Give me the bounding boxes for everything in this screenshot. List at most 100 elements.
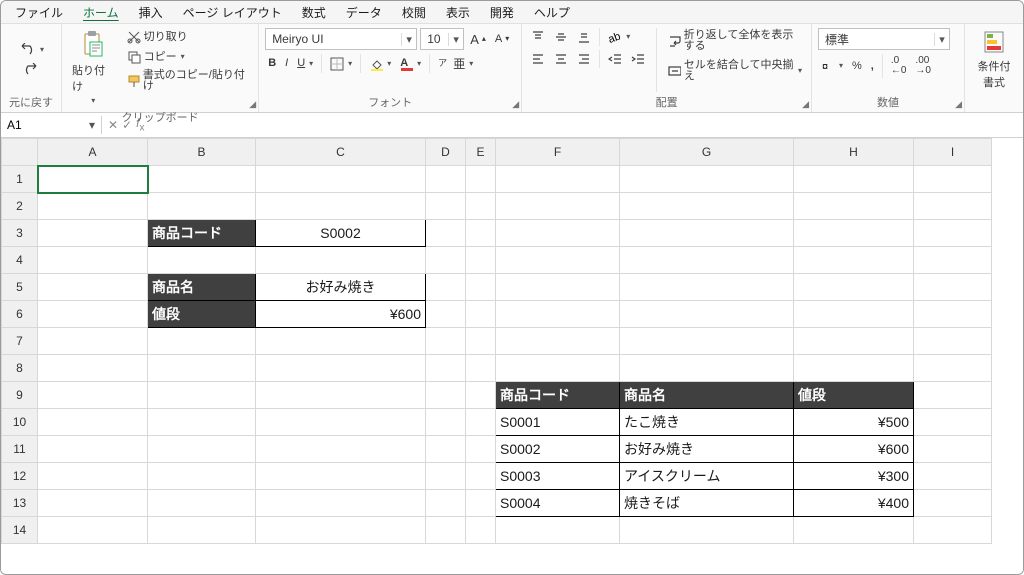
cell-A14[interactable]	[38, 517, 148, 544]
cell-E12[interactable]	[466, 463, 496, 490]
menu-item-8[interactable]: 開発	[480, 2, 524, 23]
align-middle-button[interactable]	[551, 28, 571, 46]
cell-D4[interactable]	[426, 247, 466, 274]
increase-font-button[interactable]: A▴	[467, 31, 489, 48]
col-header-H[interactable]: H	[794, 139, 914, 166]
cell-I10[interactable]	[914, 409, 992, 436]
row-header-8[interactable]: 8	[2, 355, 38, 382]
cell-E9[interactable]	[466, 382, 496, 409]
row-header-14[interactable]: 14	[2, 517, 38, 544]
cell-A4[interactable]	[38, 247, 148, 274]
cell-G12[interactable]: アイスクリーム	[620, 463, 794, 490]
cell-B3[interactable]: 商品コード	[148, 220, 256, 247]
cell-A11[interactable]	[38, 436, 148, 463]
cell-D6[interactable]	[426, 301, 466, 328]
conditional-format-button[interactable]: 条件付 書式	[971, 28, 1017, 92]
cell-D3[interactable]	[426, 220, 466, 247]
cell-B11[interactable]	[148, 436, 256, 463]
cell-H1[interactable]	[794, 166, 914, 193]
align-launcher-icon[interactable]: ◢	[802, 99, 809, 110]
cell-B4[interactable]	[148, 247, 256, 274]
paste-button[interactable]: 貼り付け ▾	[68, 28, 118, 107]
cell-G6[interactable]	[620, 301, 794, 328]
row-header-2[interactable]: 2	[2, 193, 38, 220]
cell-A5[interactable]	[38, 274, 148, 301]
cell-B8[interactable]	[148, 355, 256, 382]
clipboard-launcher-icon[interactable]: ◢	[249, 99, 256, 110]
menu-item-1[interactable]: ホーム	[73, 2, 129, 23]
cell-I1[interactable]	[914, 166, 992, 193]
cell-D13[interactable]	[426, 490, 466, 517]
italic-button[interactable]: I	[282, 56, 291, 71]
cell-E14[interactable]	[466, 517, 496, 544]
font-name-combo[interactable]: Meiryo UI▾	[265, 28, 417, 50]
menu-item-9[interactable]: ヘルプ	[524, 2, 580, 23]
cell-C13[interactable]	[256, 490, 426, 517]
menu-item-2[interactable]: 挿入	[129, 2, 173, 23]
row-header-10[interactable]: 10	[2, 409, 38, 436]
cell-H14[interactable]	[794, 517, 914, 544]
cell-B1[interactable]	[148, 166, 256, 193]
cell-G8[interactable]	[620, 355, 794, 382]
row-header-12[interactable]: 12	[2, 463, 38, 490]
menu-item-6[interactable]: 校閲	[392, 2, 436, 23]
col-header-G[interactable]: G	[620, 139, 794, 166]
cell-H2[interactable]	[794, 193, 914, 220]
cell-C7[interactable]	[256, 328, 426, 355]
cell-C4[interactable]	[256, 247, 426, 274]
cell-F2[interactable]	[496, 193, 620, 220]
cell-D7[interactable]	[426, 328, 466, 355]
cell-A9[interactable]	[38, 382, 148, 409]
cell-F4[interactable]	[496, 247, 620, 274]
row-header-7[interactable]: 7	[2, 328, 38, 355]
cell-B10[interactable]	[148, 409, 256, 436]
cell-E1[interactable]	[466, 166, 496, 193]
cell-E13[interactable]	[466, 490, 496, 517]
cell-C5[interactable]: お好み焼き	[256, 274, 426, 301]
cell-I6[interactable]	[914, 301, 992, 328]
font-launcher-icon[interactable]: ◢	[512, 99, 519, 110]
cell-H11[interactable]: ¥600	[794, 436, 914, 463]
font-size-combo[interactable]: 10▾	[420, 28, 464, 50]
cell-G1[interactable]	[620, 166, 794, 193]
cell-I5[interactable]	[914, 274, 992, 301]
col-header-B[interactable]: B	[148, 139, 256, 166]
cell-C1[interactable]	[256, 166, 426, 193]
align-bottom-button[interactable]	[574, 28, 594, 46]
indent-increase-button[interactable]	[628, 50, 648, 68]
row-header-11[interactable]: 11	[2, 436, 38, 463]
cell-G11[interactable]: お好み焼き	[620, 436, 794, 463]
cell-H9[interactable]: 値段	[794, 382, 914, 409]
cell-H3[interactable]	[794, 220, 914, 247]
select-all-corner[interactable]	[2, 139, 38, 166]
cell-E6[interactable]	[466, 301, 496, 328]
cell-H8[interactable]	[794, 355, 914, 382]
cell-G3[interactable]	[620, 220, 794, 247]
cell-E2[interactable]	[466, 193, 496, 220]
percent-button[interactable]: %	[849, 59, 865, 74]
bold-button[interactable]: B	[265, 56, 279, 71]
cell-A3[interactable]	[38, 220, 148, 247]
cell-F10[interactable]: S0001	[496, 409, 620, 436]
cell-G13[interactable]: 焼きそば	[620, 490, 794, 517]
wrap-text-button[interactable]: 折り返して全体を表示する	[665, 28, 805, 54]
cell-H13[interactable]: ¥400	[794, 490, 914, 517]
cell-A7[interactable]	[38, 328, 148, 355]
cell-F8[interactable]	[496, 355, 620, 382]
cell-C9[interactable]	[256, 382, 426, 409]
cell-B5[interactable]: 商品名	[148, 274, 256, 301]
cell-D5[interactable]	[426, 274, 466, 301]
menu-item-7[interactable]: 表示	[436, 2, 480, 23]
cell-B2[interactable]	[148, 193, 256, 220]
cell-G5[interactable]	[620, 274, 794, 301]
cell-G9[interactable]: 商品名	[620, 382, 794, 409]
cell-F5[interactable]	[496, 274, 620, 301]
cell-B12[interactable]	[148, 463, 256, 490]
number-launcher-icon[interactable]: ◢	[955, 99, 962, 110]
cell-C12[interactable]	[256, 463, 426, 490]
cell-H6[interactable]	[794, 301, 914, 328]
row-header-13[interactable]: 13	[2, 490, 38, 517]
menu-item-3[interactable]: ページ レイアウト	[173, 2, 292, 23]
col-header-A[interactable]: A	[38, 139, 148, 166]
cell-F3[interactable]	[496, 220, 620, 247]
